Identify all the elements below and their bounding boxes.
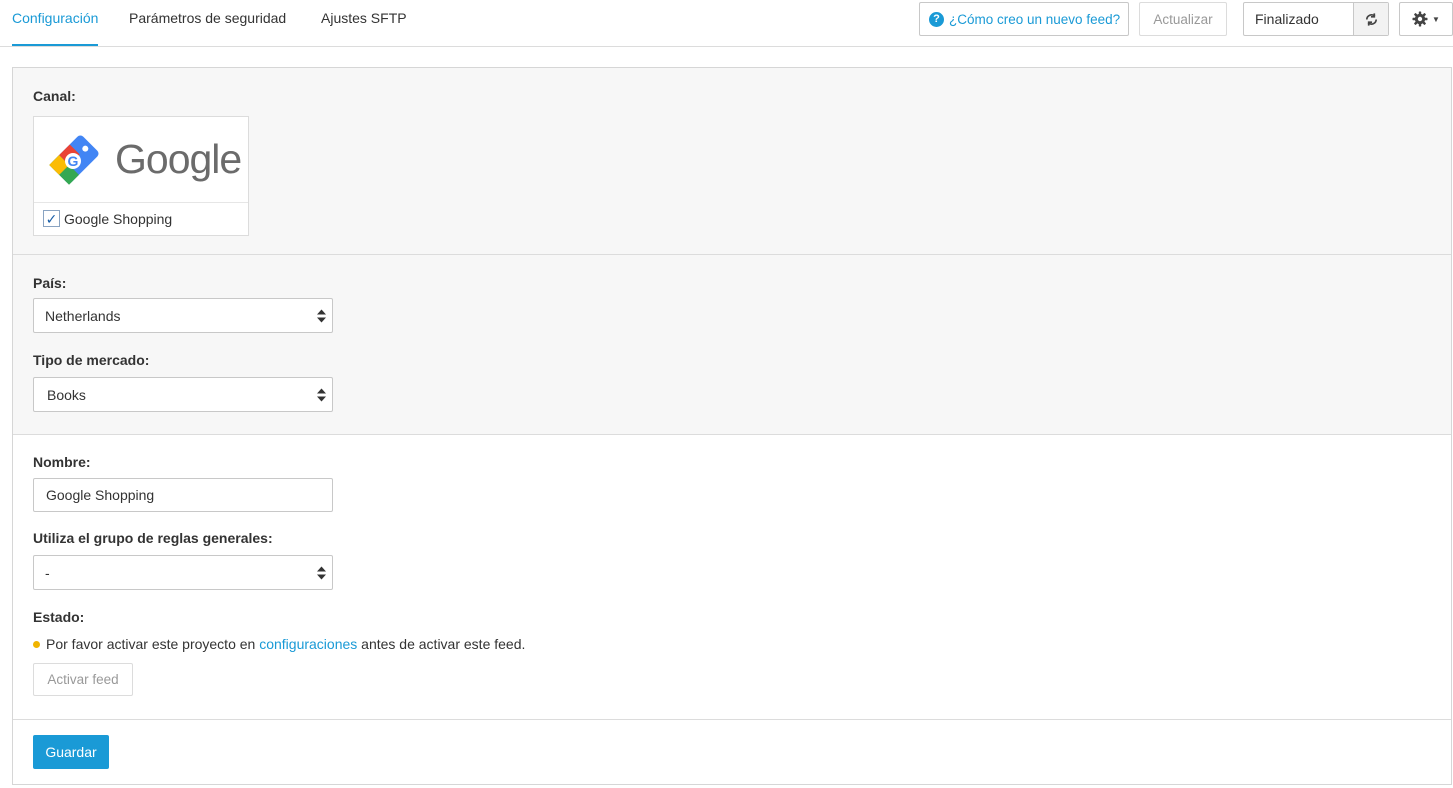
- update-button[interactable]: Actualizar: [1139, 2, 1227, 36]
- channel-label: Canal:: [33, 88, 76, 104]
- channel-section: Canal: G Google ✓ Google Shopping: [13, 68, 1451, 255]
- svg-text:G: G: [68, 153, 79, 169]
- country-label: País:: [33, 275, 67, 291]
- market-type-select[interactable]: Books: [33, 377, 333, 412]
- feed-status-box: Finalizado: [1243, 2, 1389, 36]
- feed-settings-panel: Canal: G Google ✓ Google Shopping País: …: [12, 67, 1452, 785]
- gear-icon: [1412, 11, 1428, 27]
- tab-ajustes-sftp[interactable]: Ajustes SFTP: [321, 0, 407, 46]
- configurations-link[interactable]: configuraciones: [259, 636, 357, 652]
- market-type-select-value: Books: [47, 386, 86, 403]
- top-navigation: Configuración Parámetros de seguridad Aj…: [0, 0, 1453, 47]
- google-shopping-option-label: Google Shopping: [64, 210, 173, 227]
- market-type-label: Tipo de mercado:: [33, 352, 150, 368]
- warning-dot-icon: [33, 640, 40, 648]
- help-new-feed-label: ¿Cómo creo un nuevo feed?: [949, 11, 1121, 27]
- rule-group-select[interactable]: -: [33, 555, 333, 590]
- google-shopping-checkbox[interactable]: ✓: [43, 210, 60, 227]
- name-label: Nombre:: [33, 454, 91, 470]
- google-shopping-tag-icon: G: [49, 134, 99, 185]
- tab-parametros-seguridad[interactable]: Parámetros de seguridad: [129, 0, 286, 46]
- select-arrows-icon: [317, 309, 326, 322]
- select-arrows-icon: [317, 566, 326, 579]
- country-select[interactable]: Netherlands: [33, 298, 333, 333]
- rule-group-select-value: -: [45, 564, 50, 581]
- question-icon: ?: [929, 11, 944, 27]
- refresh-status-button[interactable]: [1353, 3, 1388, 35]
- chevron-down-icon: ▼: [1432, 14, 1440, 24]
- google-logo-text: Google: [115, 136, 242, 182]
- refresh-icon: [1365, 12, 1377, 26]
- market-section: País: Netherlands Tipo de mercado: Books: [13, 255, 1451, 435]
- save-button[interactable]: Guardar: [33, 735, 109, 769]
- google-shopping-option[interactable]: ✓ Google Shopping: [43, 210, 172, 227]
- name-input[interactable]: Google Shopping: [33, 478, 333, 512]
- activation-notice: Por favor activar este proyecto en confi…: [33, 636, 525, 652]
- help-new-feed-button[interactable]: ? ¿Cómo creo un nuevo feed?: [919, 2, 1129, 36]
- rule-group-label: Utiliza el grupo de reglas generales:: [33, 530, 273, 546]
- activate-feed-button[interactable]: Activar feed: [33, 663, 133, 696]
- general-section: Nombre: Google Shopping Utiliza el grupo…: [13, 435, 1451, 720]
- feed-status-value: Finalizado: [1255, 11, 1319, 27]
- save-section: Guardar: [13, 720, 1451, 784]
- tab-configuracion[interactable]: Configuración: [12, 0, 99, 46]
- google-logo: G Google: [34, 117, 248, 203]
- notice-text-before: Por favor activar este proyecto en: [46, 636, 260, 652]
- notice-text-after: antes de activar este feed.: [357, 636, 526, 652]
- channel-card-google[interactable]: G Google ✓ Google Shopping: [33, 116, 249, 236]
- state-label: Estado:: [33, 609, 85, 625]
- select-arrows-icon: [317, 388, 326, 401]
- settings-dropdown-button[interactable]: ▼: [1399, 2, 1453, 36]
- country-select-value: Netherlands: [45, 307, 121, 324]
